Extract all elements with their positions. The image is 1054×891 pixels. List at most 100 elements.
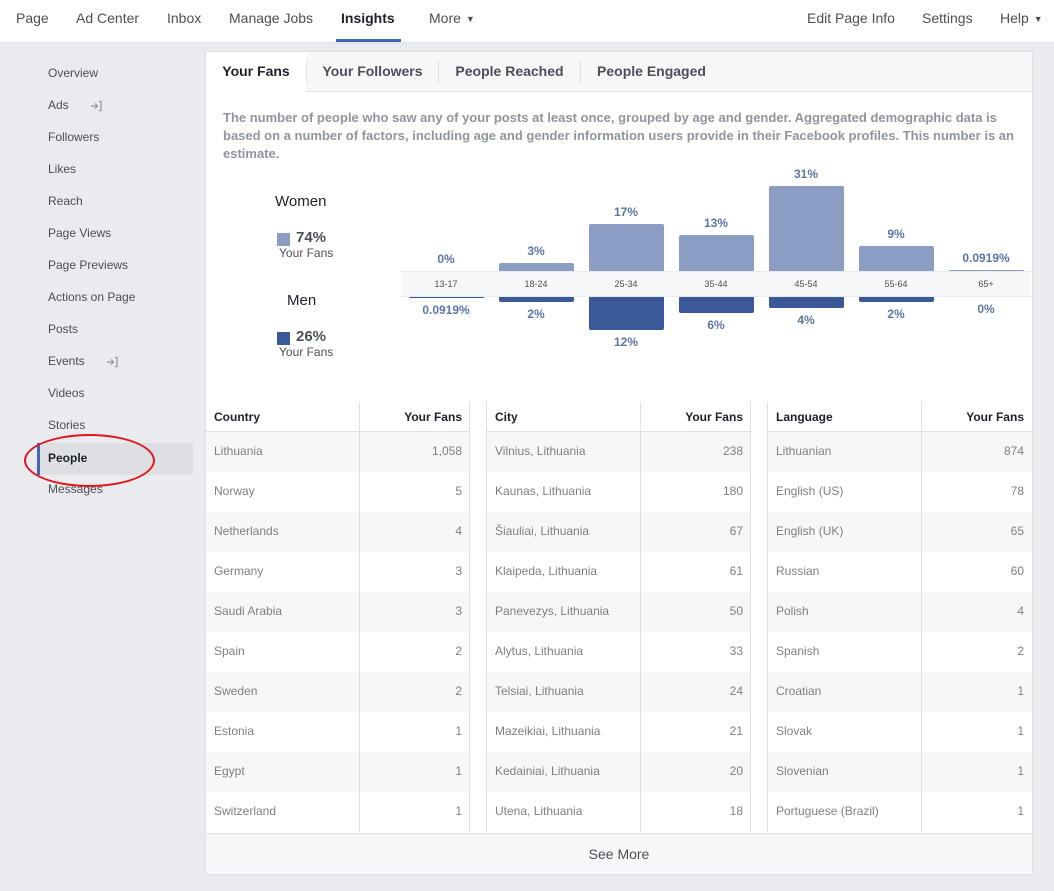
table-row: Utena, Lithuania 18	[487, 792, 751, 832]
row-fan-count: 1	[455, 764, 462, 778]
table-header: Country Your Fans	[206, 402, 470, 432]
sidebar-item-posts[interactable]: Posts	[37, 314, 193, 346]
row-label: Alytus, Lithuania	[495, 644, 584, 658]
women-your-fans: Your Fans	[279, 246, 334, 260]
tab-your-followers[interactable]: Your Followers	[307, 52, 438, 92]
tab-people-reached[interactable]: People Reached	[439, 52, 580, 92]
sidebar-item-label: Overview	[48, 66, 99, 80]
row-label: Utena, Lithuania	[495, 804, 583, 818]
see-more-button[interactable]: See More	[206, 833, 1032, 874]
nav-settings[interactable]: Settings	[922, 0, 973, 43]
row-fan-count: 78	[1010, 484, 1024, 498]
age-tick-label: 65+	[978, 279, 994, 289]
row-label: Netherlands	[214, 524, 279, 538]
sidebar-item-actions-on-page[interactable]: Actions on Page	[37, 282, 193, 314]
women-bar	[768, 186, 844, 271]
table-row: Netherlands 4	[206, 512, 470, 552]
sidebar-item-page-previews[interactable]: Page Previews	[37, 250, 193, 282]
men-data-label: 12%	[613, 334, 639, 349]
sidebar-item-messages[interactable]: Messages	[37, 474, 193, 506]
men-bar	[408, 297, 484, 298]
table-header: City Your Fans	[487, 402, 751, 432]
row-fan-count: 61	[729, 564, 743, 578]
column-header[interactable]: Your Fans	[966, 402, 1024, 432]
row-fan-count: 1	[1017, 804, 1024, 818]
women-swatch	[277, 233, 290, 246]
row-fan-count: 238	[722, 444, 743, 458]
sidebar-item-label: Actions on Page	[48, 290, 136, 304]
sidebar-item-page-views[interactable]: Page Views	[37, 218, 193, 250]
table-row: Alytus, Lithuania 33	[487, 632, 751, 672]
nav-page[interactable]: Page	[16, 0, 49, 43]
column-header[interactable]: Your Fans	[685, 402, 743, 432]
row-label: Croatian	[776, 684, 822, 698]
row-fan-count: 1	[455, 724, 462, 738]
nav-more[interactable]: More ▼	[429, 0, 475, 43]
people-insights-panel: Your Fans Your Followers People Reached …	[205, 51, 1033, 875]
table-row: Kedainiai, Lithuania 20	[487, 752, 751, 792]
row-label: Egypt	[214, 764, 245, 778]
tab-your-fans[interactable]: Your Fans	[206, 52, 306, 92]
nav-manage-jobs[interactable]: Manage Jobs	[229, 0, 313, 43]
row-label: Spanish	[776, 644, 820, 658]
men-label: Men	[287, 292, 317, 309]
table-row: Egypt 1	[206, 752, 470, 792]
sidebar-item-label: Page Views	[48, 226, 112, 240]
row-label: Kedainiai, Lithuania	[495, 764, 600, 778]
column-header[interactable]: Your Fans	[404, 402, 462, 432]
row-fan-count: 5	[455, 484, 462, 498]
age-tick-label: 45-54	[794, 279, 818, 289]
table-row: Spain 2	[206, 632, 470, 672]
sidebar-item-people[interactable]: People	[37, 443, 193, 475]
sidebar-item-reach[interactable]: Reach	[37, 186, 193, 218]
row-label: Spain	[214, 644, 245, 658]
women-bar	[588, 224, 664, 271]
column-header[interactable]: Country	[214, 402, 260, 432]
women-bar	[678, 235, 754, 271]
table-row: Šiauliai, Lithuania 67	[487, 512, 751, 552]
nav-inbox[interactable]: Inbox	[167, 0, 201, 43]
men-data-label: 0%	[977, 302, 995, 316]
nav-edit-page-info[interactable]: Edit Page Info	[807, 0, 895, 43]
row-label: Switzerland	[214, 804, 277, 818]
row-label: English (US)	[776, 484, 844, 498]
export-icon	[91, 100, 102, 112]
row-label: Lithuania	[214, 444, 263, 458]
women-data-label: 13%	[703, 216, 729, 231]
row-label: Portuguese (Brazil)	[776, 804, 879, 818]
caret-down-icon: ▼	[1033, 14, 1043, 24]
tab-people-engaged[interactable]: People Engaged	[581, 52, 722, 92]
men-swatch	[277, 332, 290, 345]
nav-help[interactable]: Help ▼	[1000, 0, 1043, 43]
nav-ad-center[interactable]: Ad Center	[76, 0, 139, 43]
column-header[interactable]: City	[495, 402, 518, 432]
row-fan-count: 4	[1017, 604, 1024, 618]
men-data-label: 2%	[887, 307, 905, 322]
insights-sidebar: Overview Ads Followers Likes Reach Page …	[0, 44, 205, 891]
nav-insights[interactable]: Insights	[341, 0, 395, 43]
men-data-label: 6%	[707, 318, 725, 333]
table-row: Germany 3	[206, 552, 470, 592]
tab-bar: Your Fans Your Followers People Reached …	[206, 52, 1032, 92]
nav-help-label: Help	[1000, 10, 1029, 26]
sidebar-item-likes[interactable]: Likes	[37, 154, 193, 186]
women-bar	[858, 246, 934, 271]
sidebar-item-followers[interactable]: Followers	[37, 122, 193, 154]
row-label: Russian	[776, 564, 820, 578]
row-fan-count: 1,058	[431, 444, 462, 458]
table-gutter	[750, 402, 768, 832]
row-label: Sweden	[214, 684, 258, 698]
table-row: Croatian 1	[768, 672, 1032, 712]
row-label: Vilnius, Lithuania	[495, 444, 586, 458]
row-fan-count: 33	[729, 644, 743, 658]
sidebar-item-ads[interactable]: Ads	[37, 90, 193, 122]
sidebar-item-overview[interactable]: Overview	[37, 58, 193, 90]
sidebar-item-stories[interactable]: Stories	[37, 410, 193, 442]
age-tick-label: 35-44	[704, 279, 728, 289]
row-fan-count: 2	[1017, 644, 1024, 658]
column-header[interactable]: Language	[776, 402, 833, 432]
caret-down-icon: ▼	[465, 14, 475, 24]
sidebar-item-videos[interactable]: Videos	[37, 378, 193, 410]
men-bar	[678, 297, 754, 314]
sidebar-item-events[interactable]: Events	[37, 346, 193, 378]
